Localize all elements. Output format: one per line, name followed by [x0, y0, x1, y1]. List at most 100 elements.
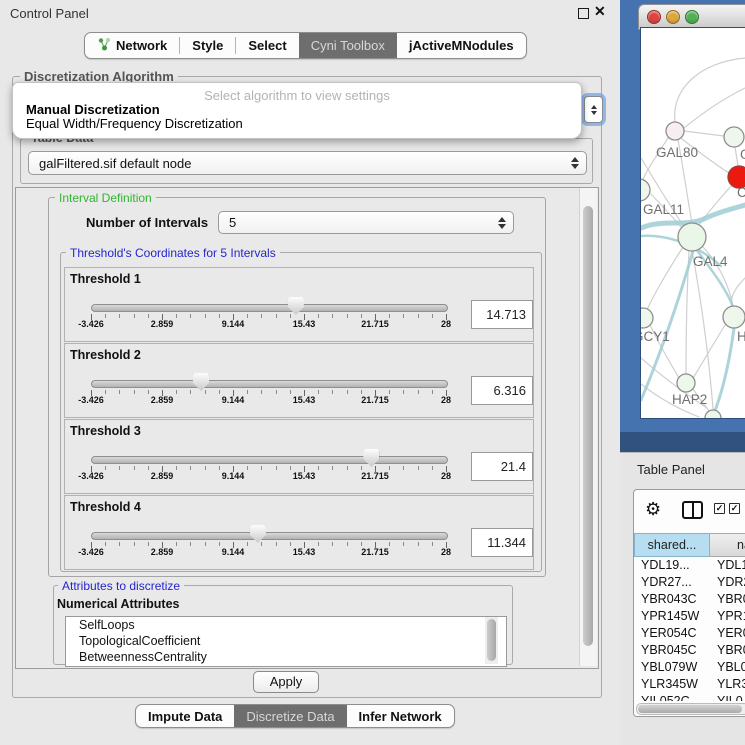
slider-tick [347, 466, 348, 470]
apply-button[interactable]: Apply [253, 671, 319, 693]
checkbox-icon[interactable]: ✓ [729, 503, 740, 514]
top-tab-network[interactable]: Network [85, 33, 179, 58]
slider-thumb[interactable] [363, 449, 379, 467]
vertical-scrollbar[interactable] [579, 188, 597, 666]
slider-tick [219, 542, 220, 546]
slider-tick [247, 466, 248, 470]
slider-tick [219, 314, 220, 318]
slider-track[interactable] [91, 304, 448, 312]
list-item[interactable]: TopologicalCoefficient [66, 633, 506, 649]
slider-tick [389, 466, 390, 470]
network-window-titlebar[interactable] [638, 4, 745, 30]
top-tab-select[interactable]: Select [236, 33, 298, 58]
gear-icon[interactable]: ⚙ [645, 499, 661, 520]
attributes-list-scrollbar[interactable] [485, 617, 498, 664]
table-row[interactable]: YBL079WYBL0 [634, 660, 745, 677]
slider-tick-label: 2.859 [151, 319, 174, 329]
slider-tick [119, 542, 120, 546]
threshold-value-field[interactable]: 6.316 [471, 376, 533, 405]
cell-name: YPR1 [717, 609, 745, 623]
algorithm-combo-stepper[interactable] [584, 96, 603, 123]
graph-node-GAL4[interactable] [678, 223, 706, 251]
table-row[interactable]: YDL19...YDL1 [634, 558, 745, 575]
slider-tick [418, 542, 419, 546]
slider-tick [290, 314, 291, 318]
slider-thumb[interactable] [193, 373, 209, 391]
attributes-list-scrollbar-thumb[interactable] [487, 619, 496, 661]
close-traffic-light-icon[interactable] [647, 10, 661, 24]
table-data-combobox-value: galFiltered.sif default node [29, 156, 571, 171]
table-row[interactable]: YLR345WYLR3 [634, 677, 745, 694]
zoom-traffic-light-icon[interactable] [685, 10, 699, 24]
algorithm-option-1[interactable]: Manual Discretization [26, 102, 160, 117]
horizontal-scrollbar-thumb[interactable] [638, 705, 742, 713]
bottom-tab-discretize-data[interactable]: Discretize Data [234, 705, 346, 727]
table-row[interactable]: YPR145WYPR1 [634, 609, 745, 626]
list-item[interactable]: BetweennessCentrality [66, 649, 506, 665]
graph-node-GAL11[interactable] [641, 179, 650, 201]
horizontal-scrollbar[interactable] [636, 703, 745, 715]
float-window-icon[interactable] [578, 8, 589, 19]
checkbox-icon[interactable]: ✓ [714, 503, 725, 514]
table-row[interactable]: YIL052CYIL0 [634, 694, 745, 701]
graph-node-GCY1[interactable] [641, 308, 653, 328]
graph-node-HAP2[interactable] [677, 374, 695, 392]
slider-tick-label: 15.43 [293, 471, 316, 481]
column-header-name[interactable]: na [710, 533, 745, 557]
graph-node-label: GA [740, 147, 745, 162]
bottom-tab-label: Infer Network [359, 709, 442, 724]
list-item[interactable]: SelfLoops [66, 617, 506, 633]
bottom-tab-impute-data[interactable]: Impute Data [136, 705, 234, 727]
table-rows: YDL19...YDL1YDR27...YDR2YBR043CYBR0YPR14… [634, 558, 745, 701]
numerical-attributes-list[interactable]: SelfLoopsTopologicalCoefficientBetweenne… [65, 616, 507, 667]
table-row[interactable]: YBR045CYBR0 [634, 643, 745, 660]
table-row[interactable]: YBR043CYBR0 [634, 592, 745, 609]
graph-node-GAL80[interactable] [666, 122, 684, 140]
slider-track[interactable] [91, 456, 448, 464]
top-tab-style[interactable]: Style [180, 33, 235, 58]
algorithm-option-2[interactable]: Equal Width/Frequency Discretization [26, 116, 243, 131]
table-row[interactable]: YER054CYER0 [634, 626, 745, 643]
attributes-group-title: Attributes to discretize [58, 579, 184, 593]
network-canvas[interactable]: GAL80GACGAL11GAL4GCY1HHAP2 [641, 28, 745, 418]
slider-tick [190, 542, 191, 546]
screenshot-root: Control Panel ✕ NetworkStyleSelectCyni T… [0, 0, 745, 745]
slider-tick [389, 390, 390, 394]
slider-tick [403, 314, 404, 318]
slider-tick [134, 466, 135, 470]
top-tab-cyni-toolbox[interactable]: Cyni Toolbox [299, 33, 397, 58]
vertical-scrollbar-thumb[interactable] [583, 206, 593, 646]
slider-tick [432, 314, 433, 318]
threshold-value-field[interactable]: 21.4 [471, 452, 533, 481]
slider-tick [148, 390, 149, 394]
minimize-traffic-light-icon[interactable] [666, 10, 680, 24]
graph-node-GA[interactable] [724, 127, 744, 147]
column-header-shared-name[interactable]: shared... [634, 533, 710, 557]
top-tab-jactivemnodules[interactable]: jActiveMNodules [397, 33, 526, 58]
slider-tick-label: 21.715 [361, 547, 389, 557]
num-intervals-combobox[interactable]: 5 [218, 211, 514, 234]
threshold-value-field[interactable]: 11.344 [471, 528, 533, 557]
slider-tick [418, 466, 419, 470]
cell-name: YIL0 [717, 694, 743, 701]
graph-node-partial-node[interactable] [705, 410, 721, 418]
split-columns-icon[interactable] [682, 501, 703, 519]
graph-node-H[interactable] [723, 306, 745, 328]
slider-tick [119, 390, 120, 394]
bottom-tab-infer-network[interactable]: Infer Network [347, 705, 454, 727]
slider-thumb[interactable] [288, 297, 304, 315]
slider-track[interactable] [91, 532, 448, 540]
slider-tick [247, 314, 248, 318]
node-table-container: ⚙ ✓ ✓ shared... na YDL19...YDL1YDR27...Y… [633, 489, 745, 717]
close-icon[interactable]: ✕ [594, 3, 606, 20]
slider-track[interactable] [91, 380, 448, 388]
table-row[interactable]: YDR27...YDR2 [634, 575, 745, 592]
table-data-combobox[interactable]: galFiltered.sif default node [28, 151, 587, 175]
slider-tick-label: 21.715 [361, 319, 389, 329]
slider-thumb[interactable] [250, 525, 266, 543]
slider-tick [205, 466, 206, 470]
threshold-value-field[interactable]: 14.713 [471, 300, 533, 329]
slider-tick [148, 466, 149, 470]
slider-tick-label: 21.715 [361, 395, 389, 405]
slider-tick [105, 390, 106, 394]
